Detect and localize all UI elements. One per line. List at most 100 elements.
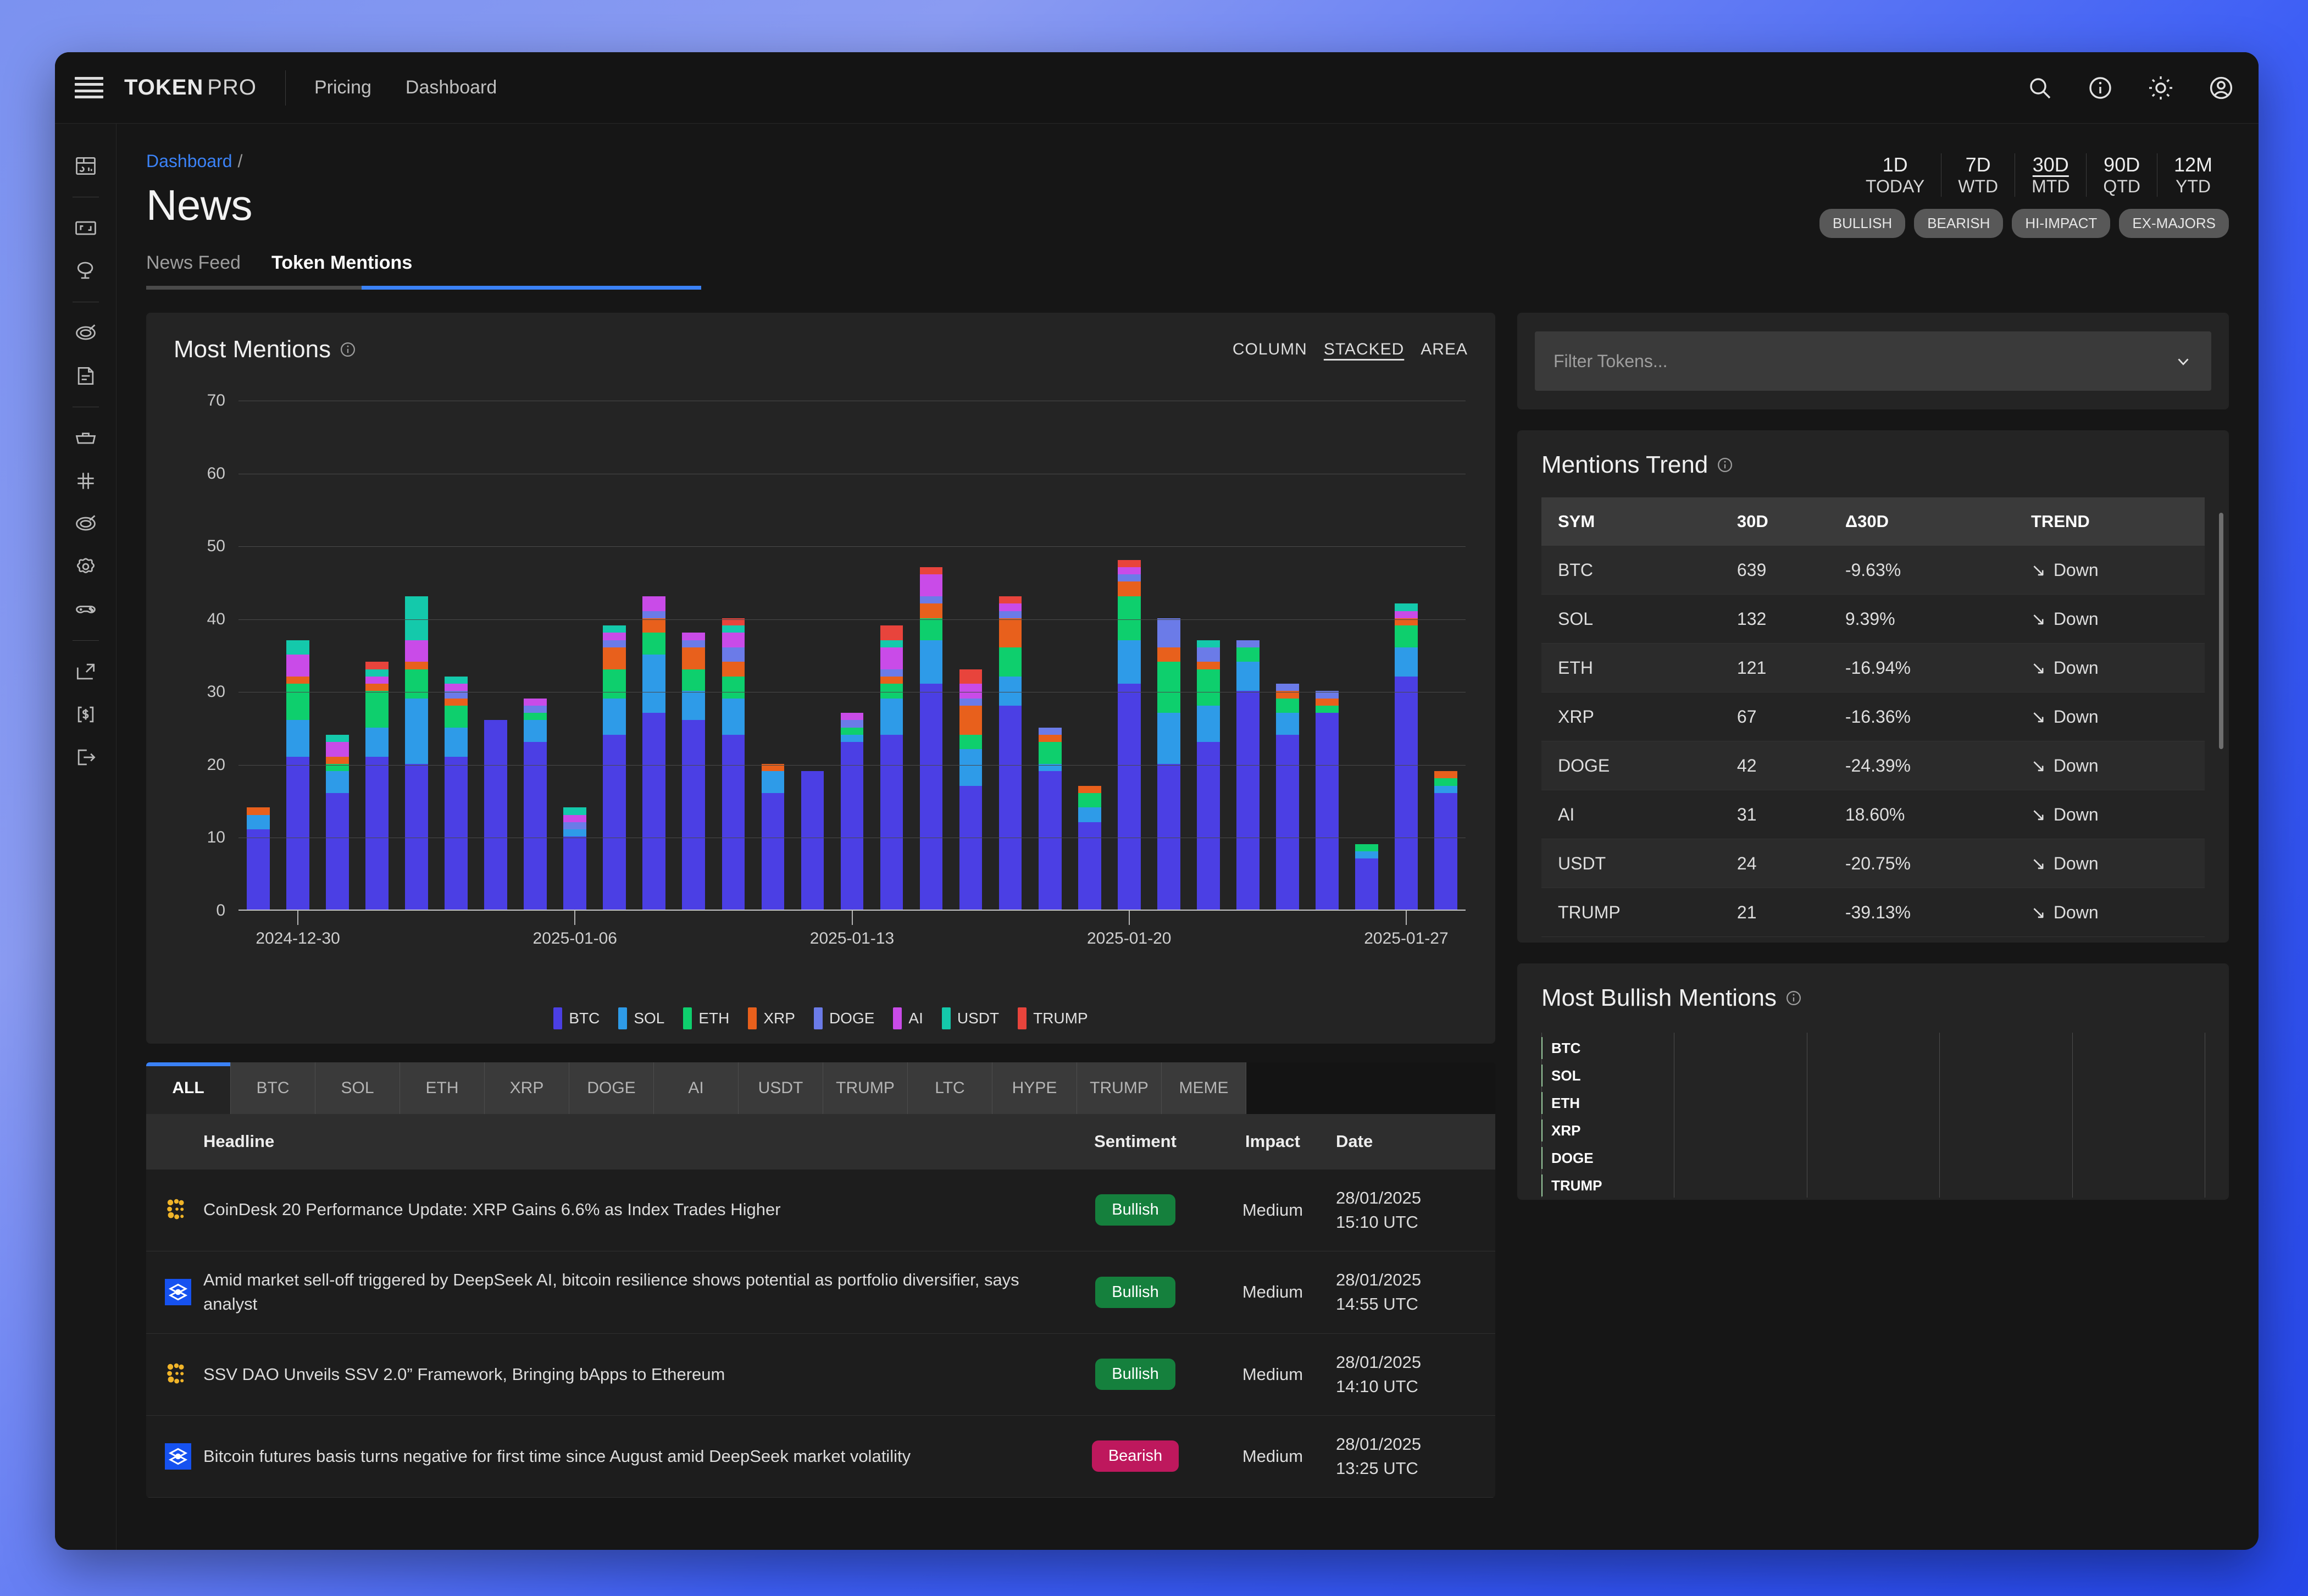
dollar-icon[interactable]: [74, 702, 98, 727]
chart-column[interactable]: [872, 401, 912, 910]
search-icon[interactable]: [2027, 75, 2053, 101]
chart-column[interactable]: [1386, 401, 1426, 910]
trend-table-row[interactable]: SOL 132 9.39% ↘ Down: [1541, 594, 2205, 644]
grid-icon[interactable]: [74, 469, 98, 493]
bullish-bar-row[interactable]: BTC: [1541, 1037, 1580, 1059]
chart-column[interactable]: [951, 401, 991, 910]
chip-ex-majors[interactable]: EX-MAJORS: [2119, 208, 2229, 238]
trend-table-row[interactable]: AI 31 18.60% ↘ Down: [1541, 790, 2205, 839]
trend-table-scrollbar[interactable]: [2219, 513, 2223, 749]
chart-column[interactable]: [1189, 401, 1228, 910]
bullish-bar-row[interactable]: DOGE: [1541, 1147, 1594, 1169]
token-tab-all[interactable]: ALL: [146, 1062, 231, 1114]
breadcrumb-dashboard-link[interactable]: Dashboard: [146, 151, 232, 171]
chart-column[interactable]: [792, 401, 832, 910]
token-tab-ltc[interactable]: LTC: [908, 1062, 992, 1114]
chart-column[interactable]: [1228, 401, 1268, 910]
tab-token-mentions[interactable]: Token Mentions: [271, 252, 412, 286]
range-30d[interactable]: 30D MTD: [2015, 153, 2086, 197]
chart-column[interactable]: [278, 401, 318, 910]
logout-icon[interactable]: [74, 745, 98, 769]
news-headline[interactable]: CoinDesk 20 Performance Update: XRP Gain…: [203, 1169, 1061, 1251]
chart-column[interactable]: [397, 401, 436, 910]
news-table-row[interactable]: CoinDesk 20 Performance Update: XRP Gain…: [146, 1169, 1495, 1251]
globe-icon[interactable]: [74, 259, 98, 283]
news-table-row[interactable]: SSV DAO Unveils SSV 2.0” Framework, Brin…: [146, 1333, 1495, 1416]
chart-mode-area[interactable]: AREA: [1421, 340, 1468, 359]
news-col-impact[interactable]: Impact: [1210, 1114, 1336, 1170]
trend-col-30d[interactable]: 30D: [1720, 497, 1829, 546]
bullish-bar-row[interactable]: SOL: [1541, 1065, 1580, 1087]
chart-column[interactable]: [1347, 401, 1386, 910]
chart-column[interactable]: [753, 401, 792, 910]
filter-tokens-select[interactable]: Filter Tokens...: [1535, 331, 2211, 391]
chart-column[interactable]: [238, 401, 278, 910]
news-headline[interactable]: Amid market sell-off triggered by DeepSe…: [203, 1251, 1061, 1334]
chart-column[interactable]: [1109, 401, 1149, 910]
legend-item-doge[interactable]: DOGE: [813, 1007, 874, 1029]
nav-link-pricing[interactable]: Pricing: [314, 77, 371, 98]
dashboard-icon[interactable]: [74, 154, 98, 178]
briefcase-icon[interactable]: [74, 426, 98, 450]
token-tab-usdt[interactable]: USDT: [739, 1062, 823, 1114]
expand-icon[interactable]: [74, 216, 98, 240]
tab-news-feed[interactable]: News Feed: [146, 252, 241, 286]
external-link-icon[interactable]: [74, 660, 98, 684]
range-12m[interactable]: 12M YTD: [2156, 153, 2229, 197]
chart-column[interactable]: [318, 401, 357, 910]
legend-item-btc[interactable]: BTC: [553, 1007, 600, 1029]
range-90d[interactable]: 90D QTD: [2086, 153, 2157, 197]
news-col-sentiment[interactable]: Sentiment: [1061, 1114, 1210, 1170]
gamepad-icon[interactable]: [74, 597, 98, 622]
news-headline[interactable]: SSV DAO Unveils SSV 2.0” Framework, Brin…: [203, 1333, 1061, 1416]
bullish-bar-row[interactable]: TRUMP: [1541, 1174, 1602, 1196]
news-headline[interactable]: Bitcoin futures basis turns negative for…: [203, 1415, 1061, 1498]
account-icon[interactable]: [2208, 75, 2234, 101]
chip-hi-impact[interactable]: HI-IMPACT: [2012, 208, 2111, 238]
chart-column[interactable]: [832, 401, 872, 910]
news-table-row[interactable]: Bitcoin futures basis turns negative for…: [146, 1415, 1495, 1498]
chart-column[interactable]: [634, 401, 674, 910]
theme-sun-icon[interactable]: [2148, 75, 2174, 101]
chart-column[interactable]: [1149, 401, 1189, 910]
token-tab-xrp[interactable]: XRP: [485, 1062, 569, 1114]
chart-column[interactable]: [713, 401, 753, 910]
legend-item-eth[interactable]: ETH: [683, 1007, 729, 1029]
trend-table-row[interactable]: TRUMP 21 -39.13% ↘ Down: [1541, 888, 2205, 937]
chart-column[interactable]: [1268, 401, 1307, 910]
token-tab-ai[interactable]: AI: [654, 1062, 739, 1114]
chart-column[interactable]: [436, 401, 476, 910]
trend-table-row[interactable]: XRP 67 -16.36% ↘ Down: [1541, 692, 2205, 741]
trend-table-row[interactable]: DOGE 42 -24.39% ↘ Down: [1541, 741, 2205, 790]
trend-col-sym[interactable]: SYM: [1541, 497, 1721, 546]
legend-item-ai[interactable]: AI: [893, 1007, 923, 1029]
chip-bullish[interactable]: BULLISH: [1819, 208, 1906, 238]
chip-bearish[interactable]: BEARISH: [1914, 208, 2004, 238]
info-icon[interactable]: [1785, 990, 1802, 1006]
nav-link-dashboard[interactable]: Dashboard: [406, 77, 497, 98]
token-tab-btc[interactable]: BTC: [231, 1062, 315, 1114]
chart-mode-stacked[interactable]: STACKED: [1324, 340, 1404, 359]
target2-icon[interactable]: [74, 512, 98, 536]
trend-table-row[interactable]: USDT 24 -20.75% ↘ Down: [1541, 839, 2205, 888]
legend-item-usdt[interactable]: USDT: [941, 1007, 999, 1029]
news-table-row[interactable]: Amid market sell-off triggered by DeepSe…: [146, 1251, 1495, 1334]
chart-column[interactable]: [555, 401, 595, 910]
bullish-bar-row[interactable]: ETH: [1541, 1092, 1580, 1114]
chart-column[interactable]: [1307, 401, 1347, 910]
token-tab-eth[interactable]: ETH: [400, 1062, 485, 1114]
info-icon[interactable]: [2087, 75, 2113, 101]
document-icon[interactable]: [74, 364, 98, 388]
token-tab-trump[interactable]: TRUMP: [823, 1062, 908, 1114]
legend-item-xrp[interactable]: XRP: [748, 1007, 795, 1029]
trend-col-trend[interactable]: TREND: [2015, 497, 2205, 546]
chart-column[interactable]: [476, 401, 515, 910]
chart-column[interactable]: [674, 401, 713, 910]
token-tab-sol[interactable]: SOL: [315, 1062, 400, 1114]
news-col-date[interactable]: Date: [1336, 1114, 1495, 1170]
trend-col-delta30d[interactable]: Δ30D: [1828, 497, 2015, 546]
chart-column[interactable]: [912, 401, 951, 910]
legend-item-sol[interactable]: SOL: [618, 1007, 664, 1029]
chart-column[interactable]: [1070, 401, 1109, 910]
chart-column[interactable]: [515, 401, 555, 910]
